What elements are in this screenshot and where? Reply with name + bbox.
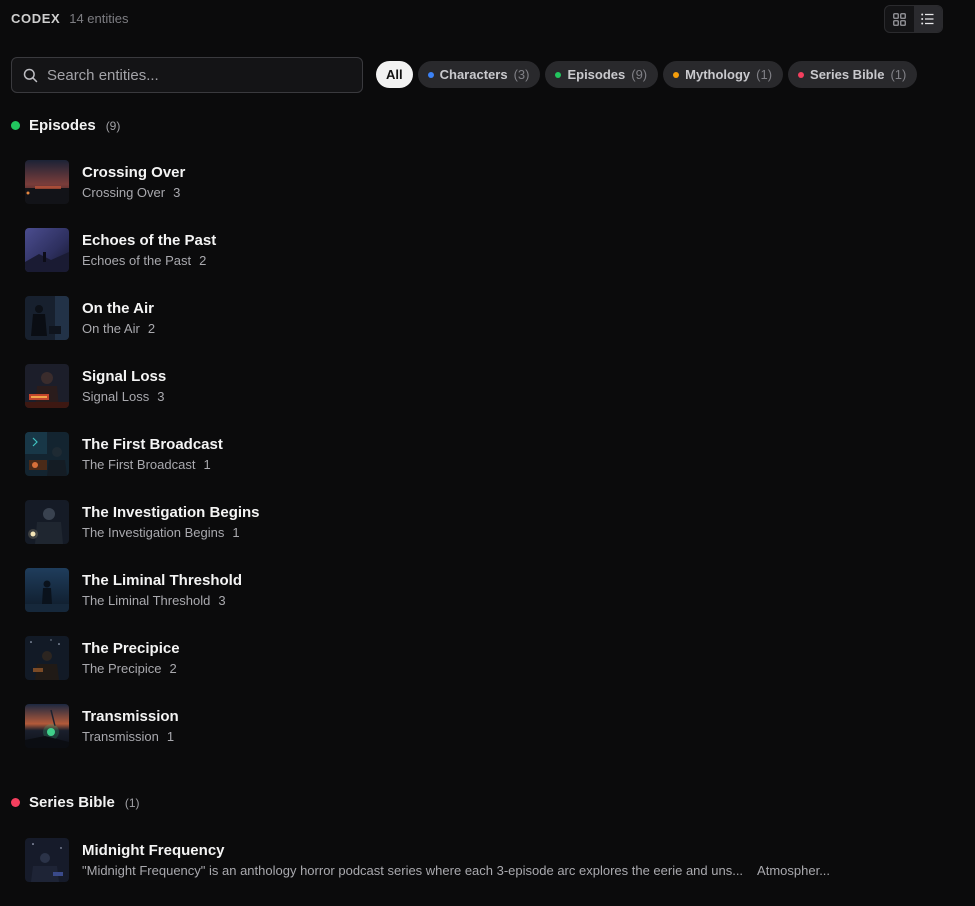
list-item[interactable]: The Investigation Begins The Investigati… [25,500,260,544]
thumbnail [25,568,69,612]
thumbnail [25,228,69,272]
thumbnail [25,500,69,544]
thumbnail [25,296,69,340]
entity-subtitle: Transmission 1 [82,729,179,745]
list-item[interactable]: Crossing Over Crossing Over 3 [25,160,185,204]
entity-subtitle: On the Air 2 [82,321,155,337]
section-count: (1) [124,795,140,810]
entity-name: On the Air [82,299,154,317]
filter-label: All [386,67,403,82]
section-dot [11,798,20,807]
filter-all[interactable]: All [376,61,413,88]
entity-sub-text: The Liminal Threshold [82,592,211,608]
entity-subtitle: Echoes of the Past 2 [82,253,216,269]
entity-sub-text: Crossing Over [82,184,166,200]
entity-sub-text: The First Broadcast [82,456,196,472]
filter-count: (1) [756,67,773,82]
list-item[interactable]: Echoes of the Past Echoes of the Past 2 [25,228,216,272]
thumbnail [25,704,69,748]
entity-sub-count: 3 [218,592,226,608]
filter-label: Series Bible [810,67,885,82]
entity-subtitle: The Liminal Threshold 3 [82,593,242,609]
entity-sub-count: 2 [199,252,207,268]
entity-sub-count: 2 [147,320,156,336]
entity-sub-count: 1 [232,524,240,540]
entity-subtitle: The First Broadcast 1 [82,457,223,473]
section-title: Episodes [29,117,96,134]
entity-name: The Precipice [82,639,180,657]
filter-mythology[interactable]: Mythology (1) [663,61,784,88]
list-item[interactable]: The Liminal Threshold The Liminal Thresh… [25,568,242,612]
filter-label: Mythology [685,67,751,82]
filter-episodes[interactable]: Episodes (9) [545,61,659,88]
section-header-series-bible: Series Bible (1) [11,794,140,811]
entity-name: Crossing Over [82,163,186,181]
filter-count: (1) [890,67,907,82]
list-item[interactable]: On the Air On the Air 2 [25,296,155,340]
entity-extra: Atmospher... [757,862,831,878]
entity-sub-count: 1 [166,728,175,744]
entity-name: Transmission [82,707,179,725]
section-count: (9) [105,118,121,133]
entity-sub-text: Transmission [82,728,159,744]
entity-sub-text: Echoes of the Past [82,252,192,268]
thumbnail [25,636,69,680]
category-dot [673,71,680,78]
entity-name: The Investigation Begins [82,503,260,521]
entity-name: The Liminal Threshold [82,571,243,589]
section-dot [11,121,20,130]
section-header-episodes: Episodes (9) [11,117,120,134]
list-item[interactable]: The First Broadcast The First Broadcast 1 [25,432,223,476]
entity-sub-text: On the Air [82,320,140,336]
filter-count: (9) [631,67,648,82]
list-item[interactable]: Signal Loss Signal Loss 3 [25,364,166,408]
thumbnail [25,432,69,476]
entity-subtitle: Crossing Over 3 [82,185,185,201]
entity-name: The First Broadcast [82,435,223,453]
brand-title: CODEX [11,11,61,26]
list-view-icon [921,13,934,25]
filter-series-bible[interactable]: Series Bible (1) [788,61,918,88]
entity-sub-count: 1 [203,456,211,472]
category-dot [427,71,434,78]
entity-name: Echoes of the Past [82,231,217,249]
entity-name: Signal Loss [82,367,167,385]
entity-subtitle: The Investigation Begins 1 [82,525,260,541]
filter-chips: All Characters (3) Episodes (9) Mytholog… [376,61,918,88]
grid-view-icon [892,12,906,26]
filter-label: Characters [439,67,508,82]
thumbnail [25,838,69,882]
entity-sub-text: The Precipice [82,660,162,676]
list-item[interactable]: The Precipice The Precipice 2 [25,636,180,680]
category-dot [798,71,805,78]
search-input[interactable] [47,66,337,84]
search-icon [23,68,38,82]
entity-name: Midnight Frequency [82,841,225,859]
thumbnail [25,160,69,204]
entity-subtitle: The Precipice 2 [82,661,180,677]
list-item[interactable]: Transmission Transmission 1 [25,704,179,748]
codex-page: CODEX 14 entities Search entities... All… [0,0,975,906]
search-box [11,57,363,93]
entity-description: "Midnight Frequency" is an anthology hor… [82,862,744,878]
filter-count: (3) [513,67,530,82]
view-toggle [884,5,943,33]
entity-subtitle: "Midnight Frequency" is an anthology hor… [82,863,830,879]
codex-header: CODEX 14 entities [11,11,129,26]
thumbnail [25,364,69,408]
list-view-button[interactable] [913,6,942,32]
entity-sub-count: 3 [173,184,181,200]
filter-characters[interactable]: Characters (3) [417,61,541,88]
grid-view-button[interactable] [885,6,914,32]
category-dot [555,71,562,78]
entity-sub-count: 2 [169,660,177,676]
entity-count: 14 entities [69,11,129,26]
list-item[interactable]: Midnight Frequency "Midnight Frequency" … [25,838,830,882]
entity-sub-count: 3 [157,388,165,404]
filter-label: Episodes [567,67,626,82]
entity-subtitle: Signal Loss 3 [82,389,166,405]
entity-sub-text: Signal Loss [82,388,150,404]
section-title: Series Bible [29,794,115,811]
entity-sub-text: The Investigation Begins [82,524,225,540]
